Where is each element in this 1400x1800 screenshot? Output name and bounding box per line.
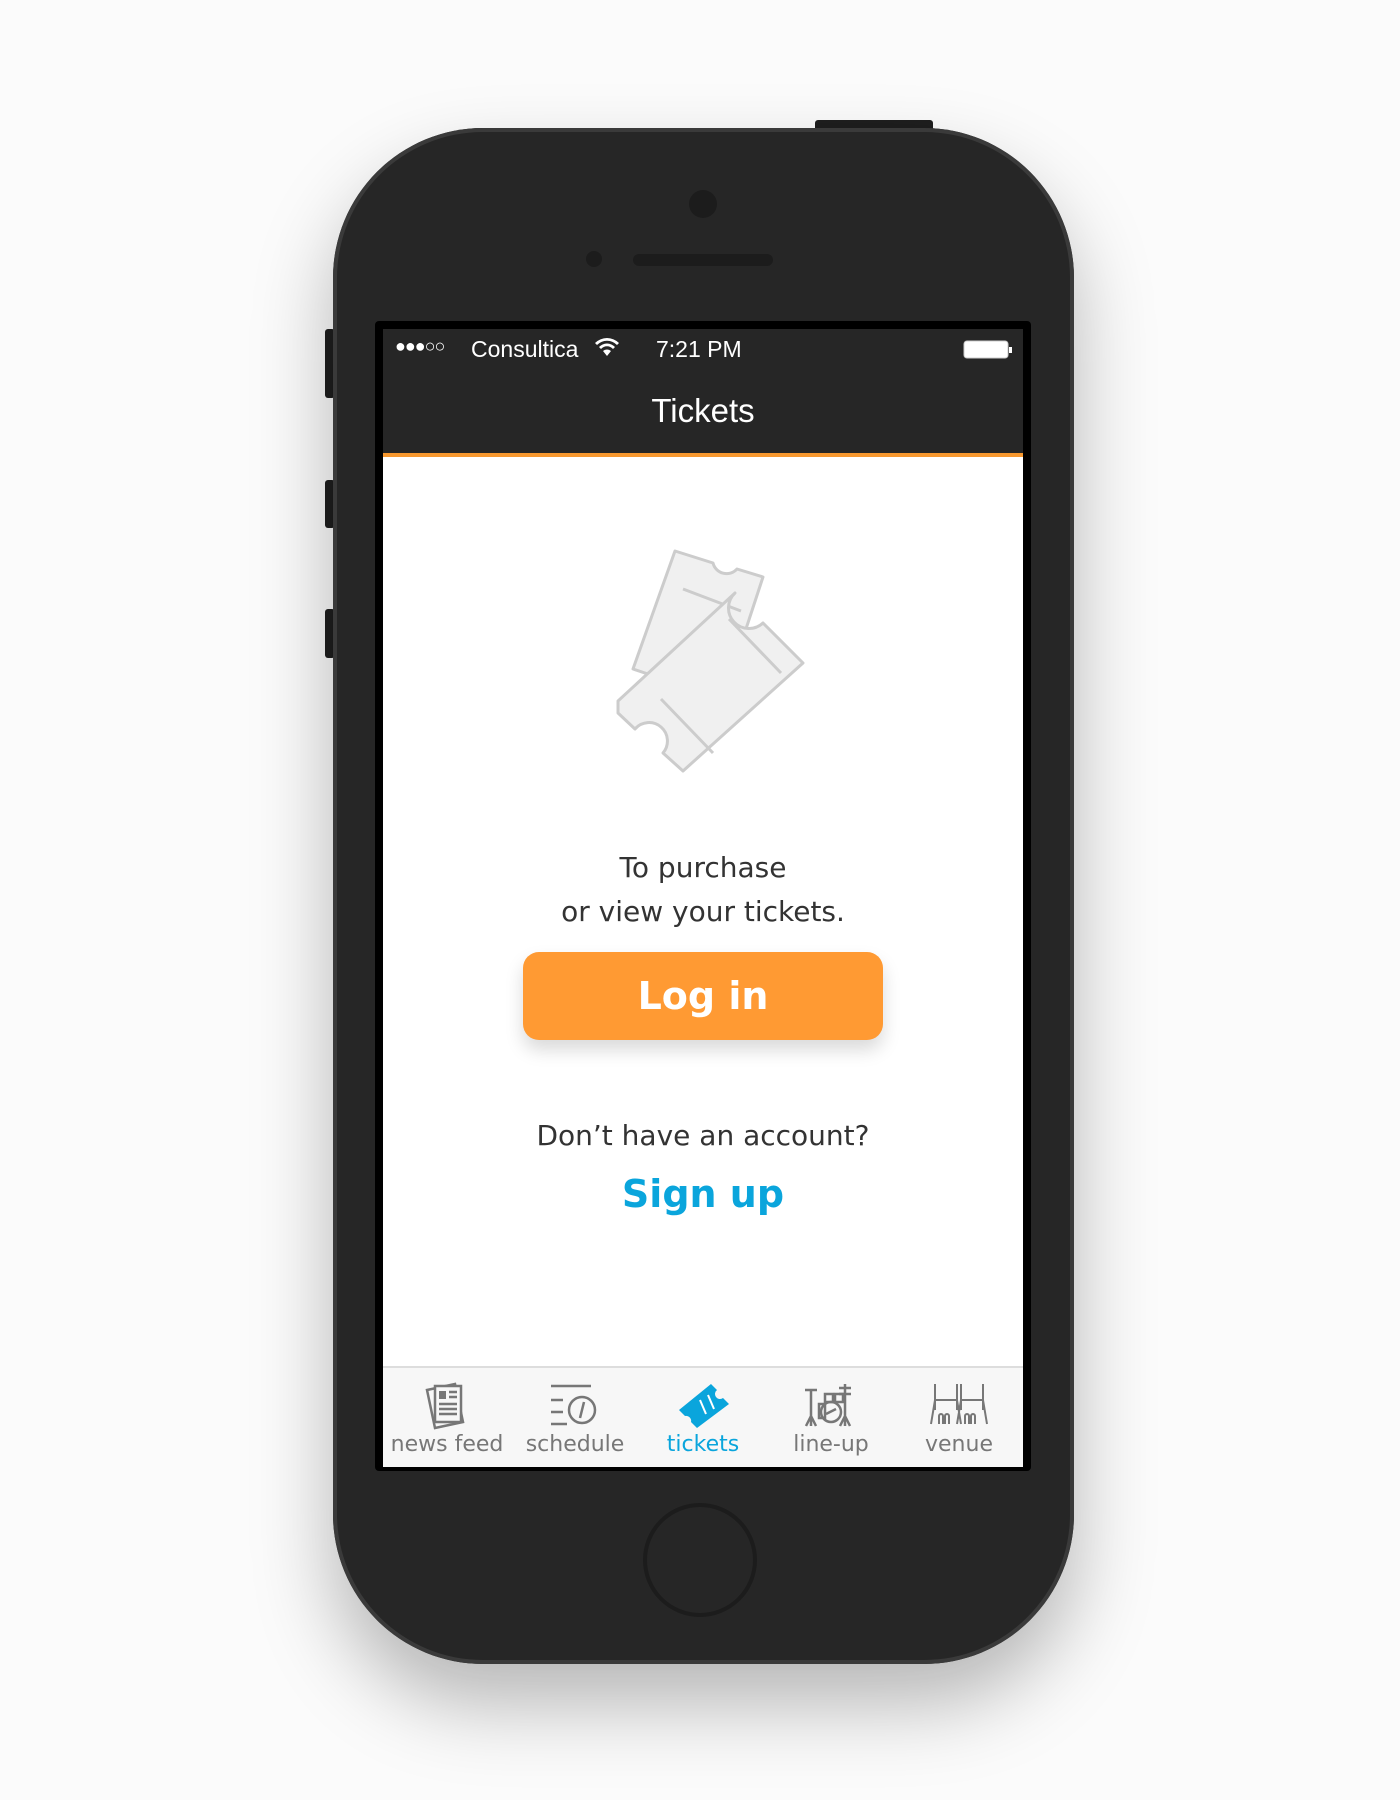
home-button[interactable] [643,1503,757,1617]
message-line-1: To purchase [619,851,787,884]
tab-label: news feed [390,1432,504,1457]
speaker [633,254,773,266]
camera [689,190,717,218]
carrier-name: Consultica [471,336,579,362]
venue-icon [930,1384,988,1425]
tab-label: line-up [793,1432,869,1457]
login-button[interactable]: Log in [523,952,883,1040]
tab-label: schedule [525,1432,625,1457]
battery-icon [963,339,1013,367]
message-line-2: or view your tickets. [561,895,845,928]
nav-bar: Tickets [383,371,1023,457]
tab-venue[interactable]: venue [895,1368,1023,1467]
tickets-illustration [613,539,813,784]
screen: ●●●○○ Consultica 7:21 PM Tickets To purc… [383,329,1023,1467]
tab-tickets[interactable]: tickets [639,1368,767,1467]
tab-bar: news feed schedule tickets line-up venue [383,1366,1023,1467]
wifi-icon [594,336,620,364]
status-bar: ●●●○○ Consultica 7:21 PM [383,329,1023,371]
tab-news-feed[interactable]: news feed [383,1368,511,1467]
tab-label: venue [925,1432,993,1457]
no-account-text: Don’t have an account? [536,1119,870,1152]
sensor [586,251,602,267]
tab-schedule[interactable]: schedule [511,1368,639,1467]
newspaper-icon [425,1382,465,1430]
ticket-icon [679,1384,729,1428]
tab-label: tickets [666,1432,740,1457]
tab-line-up[interactable]: line-up [767,1368,895,1467]
clock-time: 7:21 PM [656,336,742,362]
drums-icon [804,1384,852,1427]
signup-link[interactable]: Sign up [383,1172,1023,1216]
page-title: Tickets [651,392,755,429]
clock-icon [551,1384,597,1426]
signal-strength: ●●●○○ [395,336,445,356]
